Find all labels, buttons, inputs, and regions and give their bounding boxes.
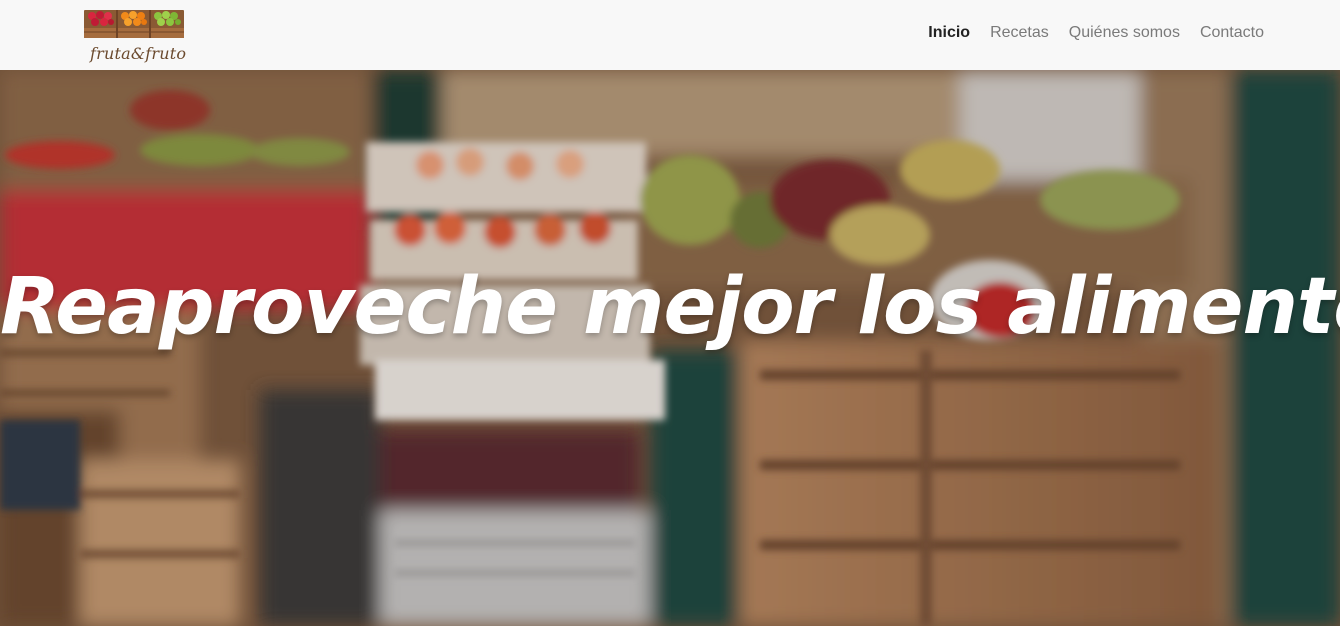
- nav-item-recetas[interactable]: Recetas: [990, 24, 1049, 42]
- hero-banner: Reaproveche mejor los alimentos: [0, 70, 1340, 626]
- nav-item-quienes-somos[interactable]: Quiénes somos: [1069, 24, 1180, 42]
- navbar: fruta&fruto Inicio Recetas Quiénes somos…: [0, 0, 1340, 70]
- brand-logo-text: fruta&fruto: [90, 44, 187, 63]
- main-nav: Inicio Recetas Quiénes somos Contacto: [908, 0, 1264, 66]
- nav-item-contacto[interactable]: Contacto: [1200, 24, 1264, 42]
- hero-title: Reaproveche mejor los alimentos: [0, 262, 1340, 352]
- nav-item-inicio[interactable]: Inicio: [928, 24, 970, 42]
- fruit-crates-logo-icon: [84, 10, 184, 38]
- brand-logo[interactable]: fruta&fruto: [82, 6, 186, 64]
